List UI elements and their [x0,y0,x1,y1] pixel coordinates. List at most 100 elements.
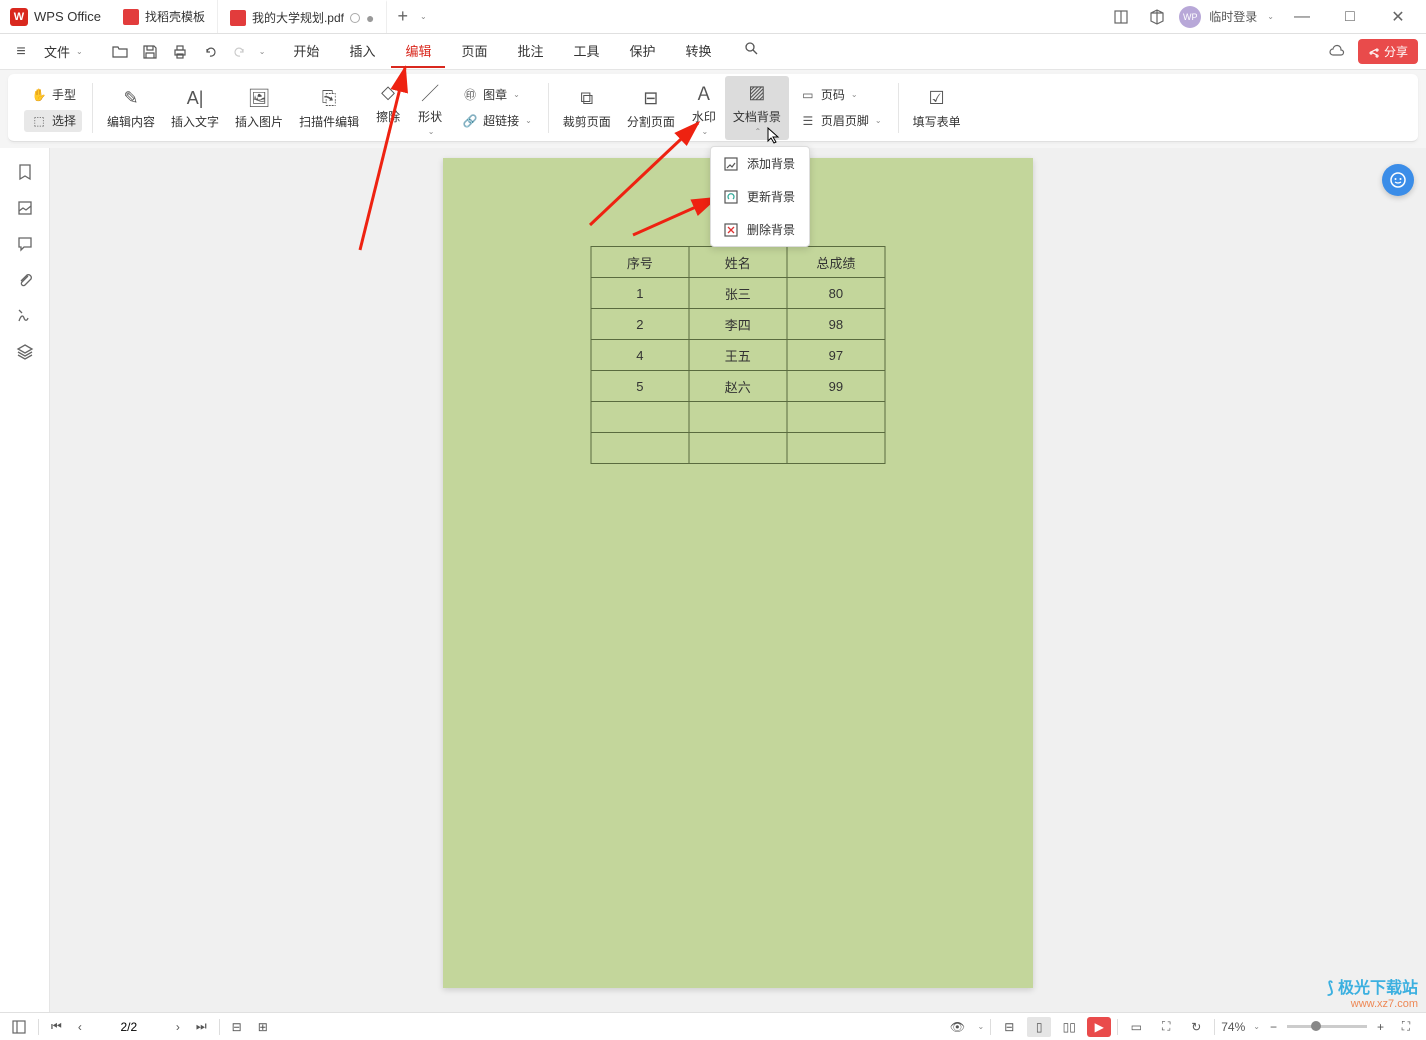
header-footer-button[interactable]: ☰页眉页脚⌄ [793,110,888,132]
menu-tab-protect[interactable]: 保护 [616,35,670,68]
document-viewport[interactable]: 序号 姓名 总成绩 1张三80 2李四98 4王五97 5赵六99 [50,148,1426,1012]
stamp-button[interactable]: ㊞图章⌄ [455,84,538,106]
background-dropdown: 添加背景 更新背景 删除背景 [710,146,810,247]
user-avatar[interactable]: WP [1179,6,1201,28]
first-page-button[interactable]: ⏮ [47,1019,66,1034]
assistant-icon [1389,171,1407,189]
menu-tab-convert[interactable]: 转换 [672,35,726,68]
next-page-button[interactable]: › [172,1020,184,1034]
redo-icon[interactable] [227,39,253,65]
signature-icon[interactable] [5,300,45,332]
continuous-icon[interactable]: ▭ [1124,1017,1148,1037]
erase-button[interactable]: ◇擦除⌄ [367,76,409,140]
split-page-button[interactable]: ⊟分割页面 [619,81,683,134]
scanner-edit-button[interactable]: ⎘扫描件编辑 [291,81,367,134]
bookmark-icon[interactable] [5,156,45,188]
play-button[interactable]: ▶ [1087,1017,1111,1037]
fill-form-button[interactable]: ☑填写表单 [905,81,969,134]
open-folder-icon[interactable] [107,39,133,65]
last-page-button[interactable]: ⏭ [192,1019,211,1034]
share-button[interactable]: 分享 [1358,39,1418,64]
file-menu[interactable]: 文件 ⌄ [38,42,89,61]
select-tool[interactable]: ⬚选择 [24,110,82,132]
label: 填写表单 [913,113,961,130]
zoom-arrow-icon[interactable]: ⌄ [1253,1022,1260,1031]
print-icon[interactable] [167,39,193,65]
hand-tool[interactable]: ✋手型 [24,84,82,106]
menu-tab-insert[interactable]: 插入 [335,35,389,68]
panel-icon[interactable] [1107,3,1135,31]
share-label: 分享 [1384,43,1408,60]
undo-icon[interactable] [197,39,223,65]
cell: 2 [591,309,689,340]
header-cell: 序号 [591,247,689,278]
assistant-button[interactable] [1382,164,1414,196]
visibility-icon[interactable]: 👁 [946,1017,970,1037]
label: 插入文字 [171,113,219,130]
zoom-in-button[interactable]: + [1373,1020,1388,1034]
erase-icon: ◇ [375,80,401,106]
app-logo: W WPS Office [0,8,111,26]
tab-templates[interactable]: 找稻壳模板 [111,0,218,33]
cloud-icon[interactable] [1324,39,1350,65]
shape-button[interactable]: ／形状⌄ [409,76,451,140]
label: 插入图片 [235,113,283,130]
maximize-button[interactable]: □ [1330,3,1370,31]
search-icon[interactable] [738,35,764,61]
attachment-icon[interactable] [5,264,45,296]
menu-hamburger-icon[interactable]: ≡ [8,39,34,65]
delete-background-item[interactable]: 删除背景 [711,213,809,246]
tab-menu-arrow-icon[interactable]: ⌄ [420,12,427,21]
label: 图章 [483,86,507,103]
page-number-button[interactable]: ▭页码⌄ [793,84,888,106]
single-page-icon[interactable]: ▯ [1027,1017,1051,1037]
crop-page-button[interactable]: ⧉裁剪页面 [555,81,619,134]
comment-icon[interactable] [5,228,45,260]
two-page-icon[interactable]: ▯▯ [1057,1017,1081,1037]
menu-tab-start[interactable]: 开始 [279,35,333,68]
add-background-item[interactable]: 添加背景 [711,147,809,180]
save-icon[interactable] [137,39,163,65]
cell [591,402,689,433]
add-bg-icon [723,156,739,172]
fit-page-icon[interactable]: ⛶ [1154,1017,1178,1037]
close-icon[interactable]: ● [366,10,374,26]
hyperlink-button[interactable]: 🔗超链接⌄ [455,110,538,132]
update-background-item[interactable]: 更新背景 [711,180,809,213]
cube-icon[interactable] [1143,3,1171,31]
insert-image-button[interactable]: 🖼插入图片 [227,81,291,134]
menu-tab-edit[interactable]: 编辑 [391,35,445,68]
fullscreen-icon[interactable]: ⛶ [1394,1017,1418,1037]
layers-icon[interactable] [5,336,45,368]
fit-width-icon[interactable]: ⊟ [997,1017,1021,1037]
insert-text-button[interactable]: A|插入文字 [163,81,227,134]
qat-arrow-icon[interactable]: ⌄ [259,47,266,56]
menu-tab-tools[interactable]: 工具 [560,35,614,68]
sidebar-toggle-icon[interactable] [8,1020,30,1034]
page-number-input[interactable] [94,1020,164,1034]
chevron-down-icon: ⌄ [428,127,435,136]
login-arrow-icon[interactable]: ⌄ [1267,12,1274,21]
zoom-out-page-icon[interactable]: ⊟ [228,1020,246,1034]
watermark-button[interactable]: Ａ水印⌄ [683,76,725,140]
minimize-button[interactable]: — [1282,3,1322,31]
zoom-in-page-icon[interactable]: ⊞ [254,1020,272,1034]
prev-page-button[interactable]: ‹ [74,1020,86,1034]
chevron-down-icon: ⌄ [76,47,83,56]
zoom-slider[interactable] [1287,1025,1367,1028]
label: 页眉页脚 [821,112,869,129]
cell: 97 [787,340,885,371]
menu-tab-page[interactable]: 页面 [447,35,501,68]
login-status[interactable]: 临时登录 [1209,8,1257,25]
edit-content-button[interactable]: ✎编辑内容 [99,81,163,134]
sync-icon [350,13,360,23]
tab-document[interactable]: 我的大学规划.pdf ● [218,0,388,33]
new-tab-button[interactable]: + [387,6,418,27]
rotate-icon[interactable]: ↻ [1184,1017,1208,1037]
zoom-out-button[interactable]: − [1266,1020,1281,1034]
close-button[interactable]: ✕ [1378,3,1418,31]
menu-tab-annotate[interactable]: 批注 [503,35,557,68]
thumbnail-icon[interactable] [5,192,45,224]
chevron-down-icon[interactable]: ⌄ [978,1022,985,1031]
cell: 5 [591,371,689,402]
